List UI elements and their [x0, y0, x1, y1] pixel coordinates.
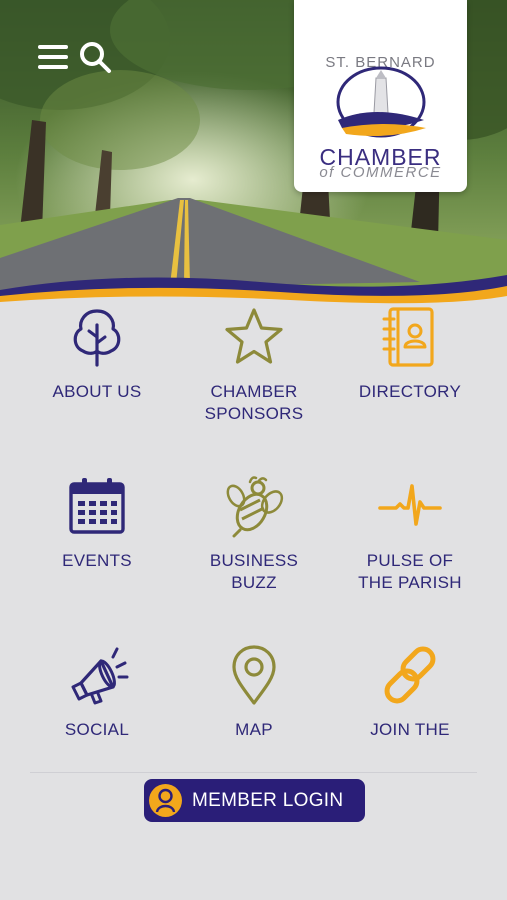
- menu-item-about-us[interactable]: ABOUT US: [17, 305, 177, 401]
- link-icon: [384, 646, 436, 704]
- menu-item-map[interactable]: MAP: [174, 643, 334, 739]
- calendar-icon: [69, 478, 125, 534]
- menu-item-chamber-sponsors[interactable]: CHAMBER SPONSORS: [174, 305, 334, 423]
- menu-item-label: JOIN THE: [370, 720, 450, 739]
- bee-icon: [226, 476, 284, 538]
- star-icon: [225, 308, 283, 364]
- menu-item-label: ABOUT US: [52, 382, 142, 401]
- search-icon: [80, 42, 111, 73]
- hamburger-menu-icon: [38, 45, 68, 69]
- menu-item-join-the[interactable]: JOIN THE: [330, 643, 490, 739]
- megaphone-icon: [71, 647, 129, 705]
- map-pin-icon: [232, 645, 276, 705]
- menu-item-business-buzz[interactable]: BUSINESS BUZZ: [174, 474, 334, 592]
- pulse-icon: [378, 484, 442, 526]
- tree-icon: [73, 309, 121, 367]
- user-avatar-icon: [149, 784, 182, 817]
- search-button[interactable]: [78, 40, 112, 74]
- chamber-logo: ST. BERNARD CHAMBER of COMMERCE: [294, 0, 467, 192]
- menu-item-events[interactable]: EVENTS: [17, 474, 177, 570]
- logo-line3: of COMMERCE: [319, 164, 442, 181]
- menu-item-social[interactable]: SOCIAL: [17, 643, 177, 739]
- divider: [30, 772, 477, 773]
- menu-item-label: EVENTS: [62, 551, 132, 570]
- menu-item-pulse-of-the-parish[interactable]: PULSE OF THE PARISH: [330, 474, 490, 592]
- hamburger-menu-button[interactable]: [36, 40, 70, 74]
- menu-item-label: BUSINESS BUZZ: [209, 551, 299, 592]
- menu-item-directory[interactable]: DIRECTORY: [330, 305, 490, 401]
- address-book-icon: [382, 307, 434, 367]
- member-login-label: MEMBER LOGIN: [192, 790, 344, 811]
- member-login-button[interactable]: MEMBER LOGIN: [144, 779, 365, 822]
- menu-item-label: PULSE OF THE PARISH: [358, 551, 462, 592]
- menu-item-label: CHAMBER SPONSORS: [204, 382, 304, 423]
- menu-item-label: DIRECTORY: [358, 382, 462, 401]
- menu-item-label: SOCIAL: [64, 720, 130, 739]
- menu-item-label: MAP: [235, 720, 273, 739]
